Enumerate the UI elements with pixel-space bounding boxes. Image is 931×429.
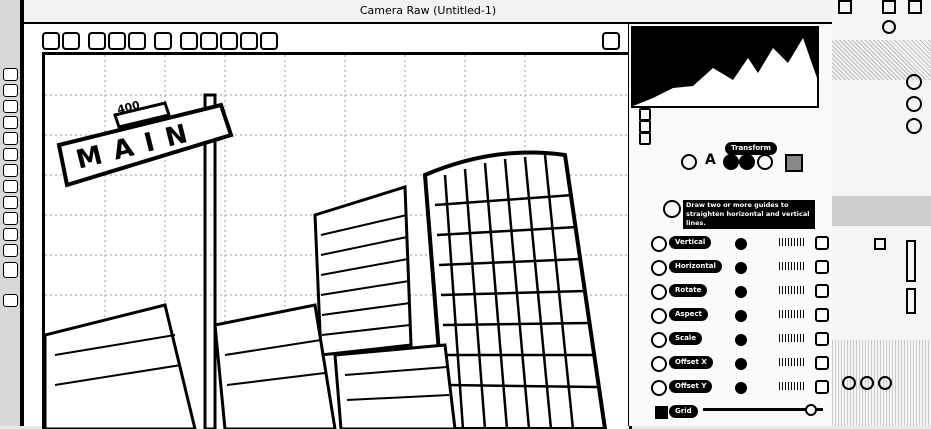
offset-y-value[interactable] bbox=[779, 382, 805, 390]
transform-auto-icon[interactable]: A bbox=[705, 152, 716, 168]
spot-removal-icon[interactable] bbox=[200, 32, 218, 50]
panel-footer-icon-3[interactable] bbox=[878, 376, 892, 390]
horizontal-reset-icon[interactable] bbox=[815, 260, 829, 274]
fullscreen-icon[interactable] bbox=[602, 32, 620, 50]
panel-footer-icon-2[interactable] bbox=[860, 376, 874, 390]
rotate-slider[interactable] bbox=[735, 286, 747, 298]
slider-label-vertical: Vertical bbox=[669, 236, 712, 249]
type-tool-icon[interactable] bbox=[3, 228, 18, 241]
scroll-handle-2[interactable] bbox=[906, 288, 916, 314]
aspect-slider[interactable] bbox=[735, 310, 747, 322]
lasso-tool-icon[interactable] bbox=[3, 100, 18, 113]
info-icon bbox=[663, 200, 681, 218]
panel-tab-detail-icon[interactable] bbox=[639, 132, 651, 145]
scroll-handle[interactable] bbox=[906, 240, 916, 282]
panel-footer-icon[interactable] bbox=[842, 376, 856, 390]
offset-x-slider[interactable] bbox=[735, 358, 747, 370]
slider-label-rotate: Rotate bbox=[669, 284, 708, 297]
hand-icon[interactable] bbox=[62, 32, 80, 50]
red-eye-icon[interactable] bbox=[220, 32, 238, 50]
eyedropper-tool-icon[interactable] bbox=[3, 132, 18, 145]
camera-raw-dialog: Camera Raw (Untitled-1) 400 MAIN Transfo… bbox=[22, 0, 834, 429]
offset-x-icon bbox=[651, 356, 667, 372]
slider-label-scale: Scale bbox=[669, 332, 703, 345]
color-sampler-icon[interactable] bbox=[108, 32, 126, 50]
aspect-icon bbox=[651, 308, 667, 324]
photoshop-side-panels bbox=[832, 0, 931, 426]
rotate-value[interactable] bbox=[779, 286, 805, 294]
rotate-reset-icon[interactable] bbox=[815, 284, 829, 298]
guided-instruction: Draw two or more guides to straighten ho… bbox=[683, 200, 815, 229]
maximize-icon[interactable] bbox=[882, 0, 896, 14]
panel-button-icon-2[interactable] bbox=[906, 96, 922, 112]
offset-x-value[interactable] bbox=[779, 358, 805, 366]
transform-full-icon[interactable] bbox=[757, 154, 773, 170]
scale-slider[interactable] bbox=[735, 334, 747, 346]
vertical-slider[interactable] bbox=[735, 238, 747, 250]
adjustments-panel: Transform A Draw two or more guides to s… bbox=[628, 24, 833, 426]
grid-label: Grid bbox=[669, 405, 698, 418]
stamp-tool-icon[interactable] bbox=[3, 164, 18, 177]
crop-icon[interactable] bbox=[154, 32, 172, 50]
vertical-icon bbox=[651, 236, 667, 252]
scale-reset-icon[interactable] bbox=[815, 332, 829, 346]
transform-icon[interactable] bbox=[180, 32, 198, 50]
zoom-icon[interactable] bbox=[42, 32, 60, 50]
rotate-icon bbox=[651, 284, 667, 300]
grid-size-knob[interactable] bbox=[805, 404, 817, 416]
histogram bbox=[631, 26, 819, 108]
eraser-tool-icon[interactable] bbox=[3, 180, 18, 193]
scale-value[interactable] bbox=[779, 334, 805, 342]
photoshop-toolbar bbox=[0, 0, 22, 426]
transform-guided-icon[interactable] bbox=[785, 154, 803, 172]
transform-level-icon[interactable] bbox=[723, 154, 739, 170]
panel-button-icon-3[interactable] bbox=[906, 118, 922, 134]
panel-collapse-icon[interactable] bbox=[882, 20, 896, 34]
grid-checkbox[interactable] bbox=[655, 406, 668, 419]
panel-header bbox=[832, 196, 931, 226]
horizontal-slider[interactable] bbox=[735, 262, 747, 274]
vertical-value[interactable] bbox=[779, 238, 805, 246]
offset-y-reset-icon[interactable] bbox=[815, 380, 829, 394]
transform-sliders: Vertical Horizontal Rotate Aspect Scale bbox=[649, 236, 833, 416]
slider-label-offset-x: Offset X bbox=[669, 356, 713, 369]
pen-tool-icon[interactable] bbox=[3, 212, 18, 225]
minimize-icon[interactable] bbox=[838, 0, 852, 14]
horizontal-icon bbox=[651, 260, 667, 276]
aspect-reset-icon[interactable] bbox=[815, 308, 829, 322]
slider-label-aspect: Aspect bbox=[669, 308, 708, 321]
transform-vertical-icon[interactable] bbox=[739, 154, 755, 170]
slider-label-horizontal: Horizontal bbox=[669, 260, 722, 273]
offset-y-slider[interactable] bbox=[735, 382, 747, 394]
gradient-tool-icon[interactable] bbox=[3, 196, 18, 209]
image-preview[interactable]: 400 MAIN bbox=[42, 52, 632, 429]
white-balance-icon[interactable] bbox=[88, 32, 106, 50]
aspect-value[interactable] bbox=[779, 310, 805, 318]
close-icon[interactable] bbox=[908, 0, 922, 14]
lock-icon[interactable] bbox=[874, 238, 886, 250]
panel-button-icon[interactable] bbox=[906, 74, 922, 90]
foreground-color-icon[interactable] bbox=[3, 262, 18, 278]
crop-tool-icon[interactable] bbox=[3, 116, 18, 129]
adjustment-brush-icon[interactable] bbox=[240, 32, 258, 50]
move-tool-icon[interactable] bbox=[3, 68, 18, 81]
vertical-reset-icon[interactable] bbox=[815, 236, 829, 250]
slider-label-offset-y: Offset Y bbox=[669, 380, 713, 393]
quick-mask-icon[interactable] bbox=[3, 294, 18, 307]
panel-title: Transform bbox=[725, 142, 777, 155]
horizontal-value[interactable] bbox=[779, 262, 805, 270]
scale-icon bbox=[651, 332, 667, 348]
window-title: Camera Raw (Untitled-1) bbox=[24, 0, 832, 24]
graduated-filter-icon[interactable] bbox=[260, 32, 278, 50]
offset-x-reset-icon[interactable] bbox=[815, 356, 829, 370]
targeted-adjustment-icon[interactable] bbox=[128, 32, 146, 50]
brush-tool-icon[interactable] bbox=[3, 148, 18, 161]
hand-tool-icon[interactable] bbox=[3, 244, 18, 257]
marquee-tool-icon[interactable] bbox=[3, 84, 18, 97]
transform-off-icon[interactable] bbox=[681, 154, 697, 170]
offset-y-icon bbox=[651, 380, 667, 396]
